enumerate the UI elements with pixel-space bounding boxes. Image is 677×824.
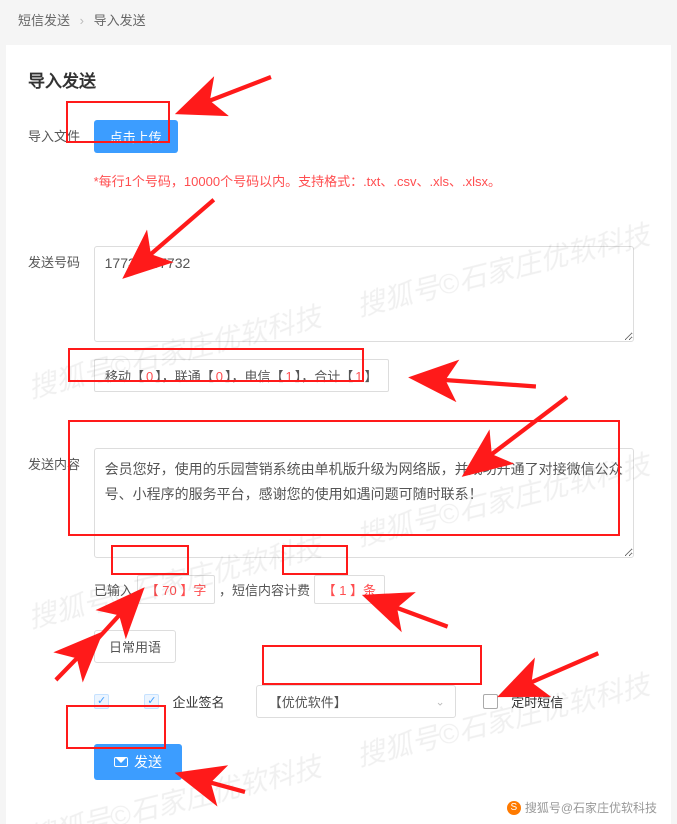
checkbox-unknown[interactable] xyxy=(94,694,109,709)
row-common-words: 日常用语 xyxy=(94,630,649,663)
upload-hint: *每行1个号码，10000个号码以内。支持格式：.txt、.csv、.xls、.… xyxy=(94,171,634,190)
breadcrumb-item-sms[interactable]: 短信发送 xyxy=(18,13,70,28)
label-import-file: 导入文件 xyxy=(28,120,90,145)
stat-total: 1 xyxy=(353,369,364,384)
checkbox-signature[interactable] xyxy=(144,694,159,709)
signature-value: 【优优软件】 xyxy=(269,695,347,710)
chevron-right-icon: › xyxy=(74,13,90,28)
source-badge: S 搜狐号@石家庄优软科技 xyxy=(501,797,663,818)
label-signature: 企业签名 xyxy=(173,695,225,710)
row-phone-stats: 移动【0】，联通【0】，电信【1】，合计【1】 xyxy=(94,359,649,392)
label-content: 发送内容 xyxy=(28,448,90,473)
phone-stats-box: 移动【0】，联通【0】，电信【1】，合计【1】 xyxy=(94,359,389,392)
stat-unicom: 0 xyxy=(214,369,225,384)
stat-telecom: 1 xyxy=(284,369,295,384)
row-content: 发送内容 xyxy=(28,448,649,561)
count-pre: 已输入 xyxy=(94,583,133,598)
label-phone: 发送号码 xyxy=(28,246,90,271)
send-button[interactable]: 发送 xyxy=(94,744,182,780)
main-panel: 导入发送 导入文件 点击上传 *每行1个号码，10000个号码以内。支持格式：.… xyxy=(6,45,671,824)
sohu-icon: S xyxy=(507,801,521,815)
label-timed: 定时短信 xyxy=(511,695,563,710)
row-options: 企业签名 【优优软件】 ⌄ 定时短信 xyxy=(94,685,649,718)
phone-textarea[interactable] xyxy=(94,246,634,342)
send-label: 发送 xyxy=(134,752,162,772)
breadcrumb-item-import[interactable]: 导入发送 xyxy=(94,13,146,28)
common-words-button[interactable]: 日常用语 xyxy=(94,630,176,663)
chevron-down-icon: ⌄ xyxy=(436,695,445,708)
checkbox-timed[interactable] xyxy=(483,694,498,709)
count-chars-box: 【 70 】字 xyxy=(137,575,216,604)
content-textarea[interactable] xyxy=(94,448,634,558)
count-mid: ，短信内容计费 xyxy=(219,583,310,598)
upload-button[interactable]: 点击上传 xyxy=(94,120,178,153)
count-msgs-box: 【 1 】条 xyxy=(314,575,385,604)
breadcrumb: 短信发送 › 导入发送 xyxy=(0,0,677,39)
source-text: 搜狐号@石家庄优软科技 xyxy=(525,799,657,816)
row-import-file: 导入文件 点击上传 *每行1个号码，10000个号码以内。支持格式：.txt、.… xyxy=(28,120,649,190)
signature-select[interactable]: 【优优软件】 ⌄ xyxy=(256,685,456,718)
row-phone: 发送号码 xyxy=(28,246,649,345)
row-count: 已输入 【 70 】字 ，短信内容计费 【 1 】条 xyxy=(94,575,649,604)
stat-mobile: 0 xyxy=(144,369,155,384)
row-send: 发送 xyxy=(94,744,649,780)
envelope-icon xyxy=(114,757,128,767)
page-title: 导入发送 xyxy=(28,67,649,92)
